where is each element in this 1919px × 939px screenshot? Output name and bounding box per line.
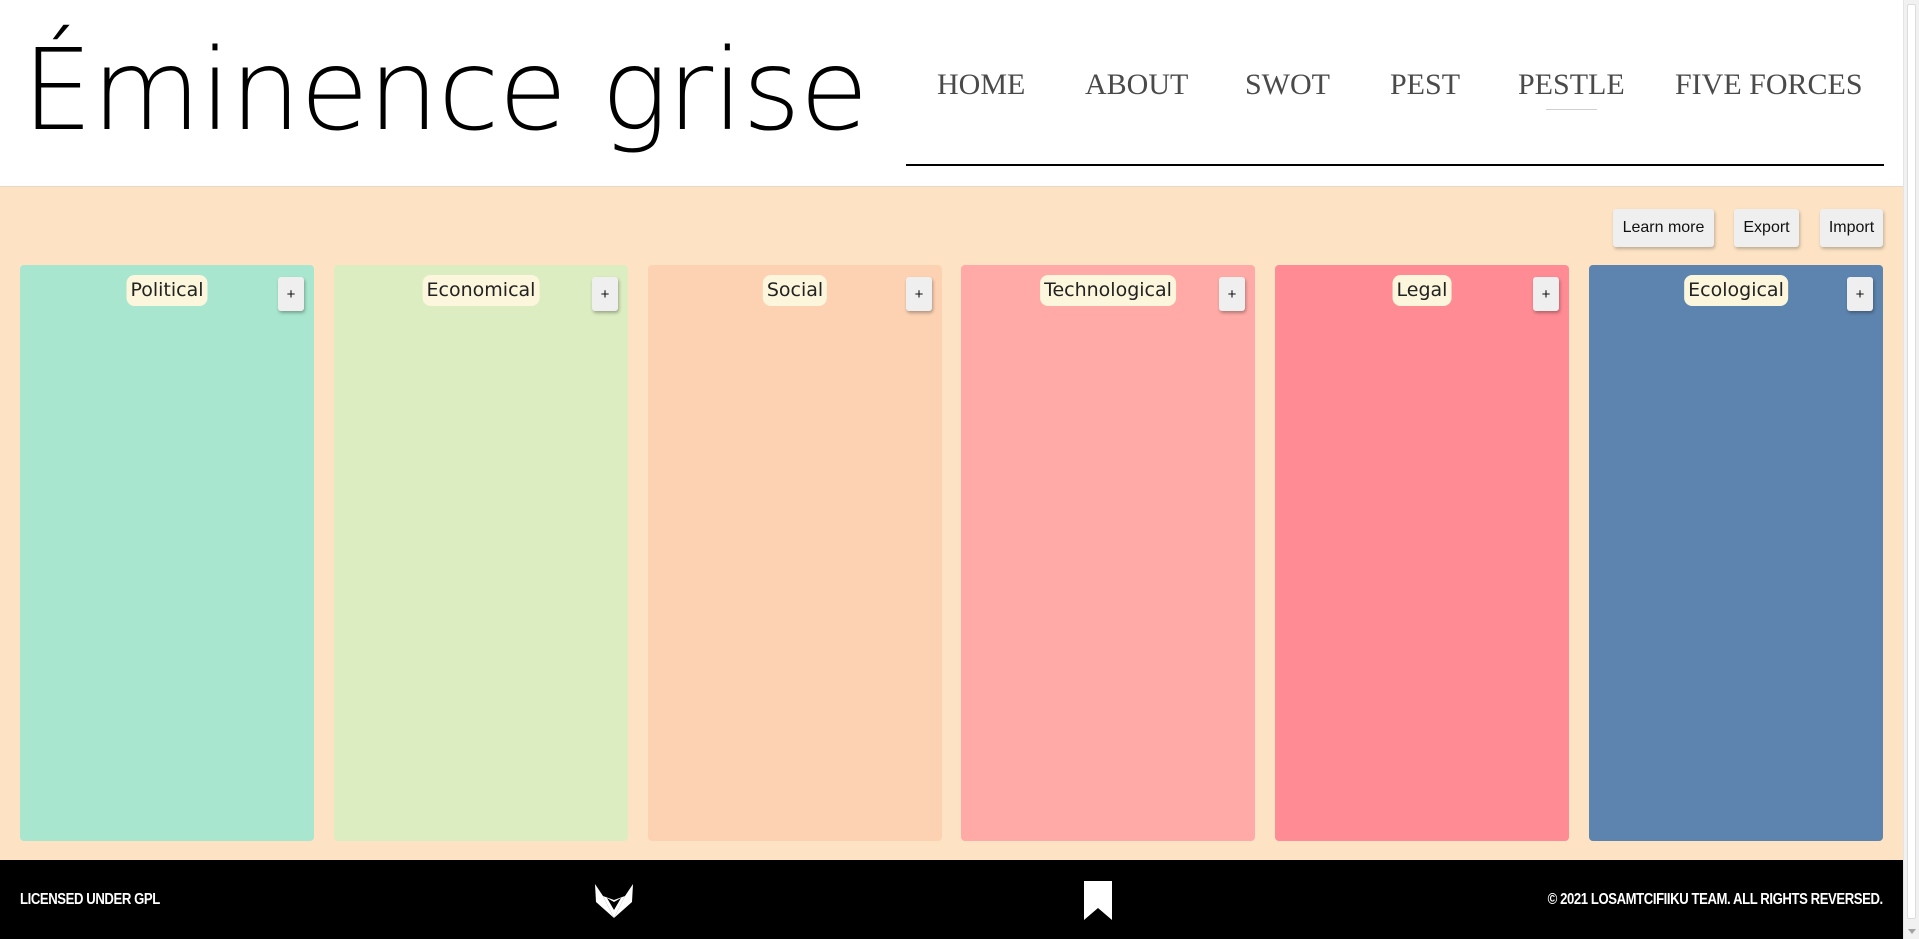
add-card-button[interactable]: + xyxy=(906,277,932,311)
column-political[interactable]: Political + xyxy=(20,265,314,841)
site-header: Éminence grise HOME ABOUT SWOT PEST PEST… xyxy=(0,0,1903,186)
learn-more-button[interactable]: Learn more xyxy=(1613,209,1714,247)
bookmark-icon[interactable] xyxy=(1082,880,1114,927)
nav-swot[interactable]: SWOT xyxy=(1245,68,1330,102)
column-technological[interactable]: Technological + xyxy=(961,265,1255,841)
column-title: Ecological xyxy=(1684,275,1788,306)
main-nav: HOME ABOUT SWOT PEST PESTLE FIVE FORCES xyxy=(906,60,1884,166)
add-card-button[interactable]: + xyxy=(1219,277,1245,311)
column-social[interactable]: Social + xyxy=(648,265,942,841)
column-title: Social xyxy=(762,275,828,306)
gitlab-icon[interactable] xyxy=(593,880,635,925)
column-legal[interactable]: Legal + xyxy=(1275,265,1569,841)
column-title: Economical xyxy=(422,275,540,306)
column-title: Technological xyxy=(1040,275,1176,306)
add-card-button[interactable]: + xyxy=(278,277,304,311)
scrollbar-thumb[interactable] xyxy=(1907,4,1916,919)
column-economical[interactable]: Economical + xyxy=(334,265,628,841)
scroll-down-arrow-icon[interactable] xyxy=(1908,929,1916,934)
add-card-button[interactable]: + xyxy=(1847,277,1873,311)
site-logo[interactable]: Éminence grise xyxy=(22,16,869,166)
export-button[interactable]: Export xyxy=(1734,209,1799,247)
column-title: Legal xyxy=(1392,275,1452,306)
page: Éminence grise HOME ABOUT SWOT PEST PEST… xyxy=(0,0,1903,939)
add-card-button[interactable]: + xyxy=(1533,277,1559,311)
add-card-button[interactable]: + xyxy=(592,277,618,311)
import-button[interactable]: Import xyxy=(1820,209,1883,247)
nav-about[interactable]: ABOUT xyxy=(1085,68,1188,102)
nav-pestle[interactable]: PESTLE xyxy=(1518,68,1625,110)
nav-pest[interactable]: PEST xyxy=(1390,68,1460,102)
copyright-text: © 2021 LOSAMTCIFIIKU TEAM. ALL RIGHTS RE… xyxy=(1547,891,1884,908)
column-ecological[interactable]: Ecological + xyxy=(1589,265,1883,841)
license-text: LICENSED UNDER GPL xyxy=(20,891,160,908)
pestle-board: Learn more Export Import Political + Eco… xyxy=(0,186,1903,860)
nav-home[interactable]: HOME xyxy=(937,68,1025,102)
site-footer: LICENSED UNDER GPL © 2021 LOSAMTCIFIIKU … xyxy=(0,860,1903,939)
nav-five-forces[interactable]: FIVE FORCES xyxy=(1675,68,1863,102)
vertical-scrollbar[interactable] xyxy=(1903,0,1919,939)
column-title: Political xyxy=(126,275,208,306)
